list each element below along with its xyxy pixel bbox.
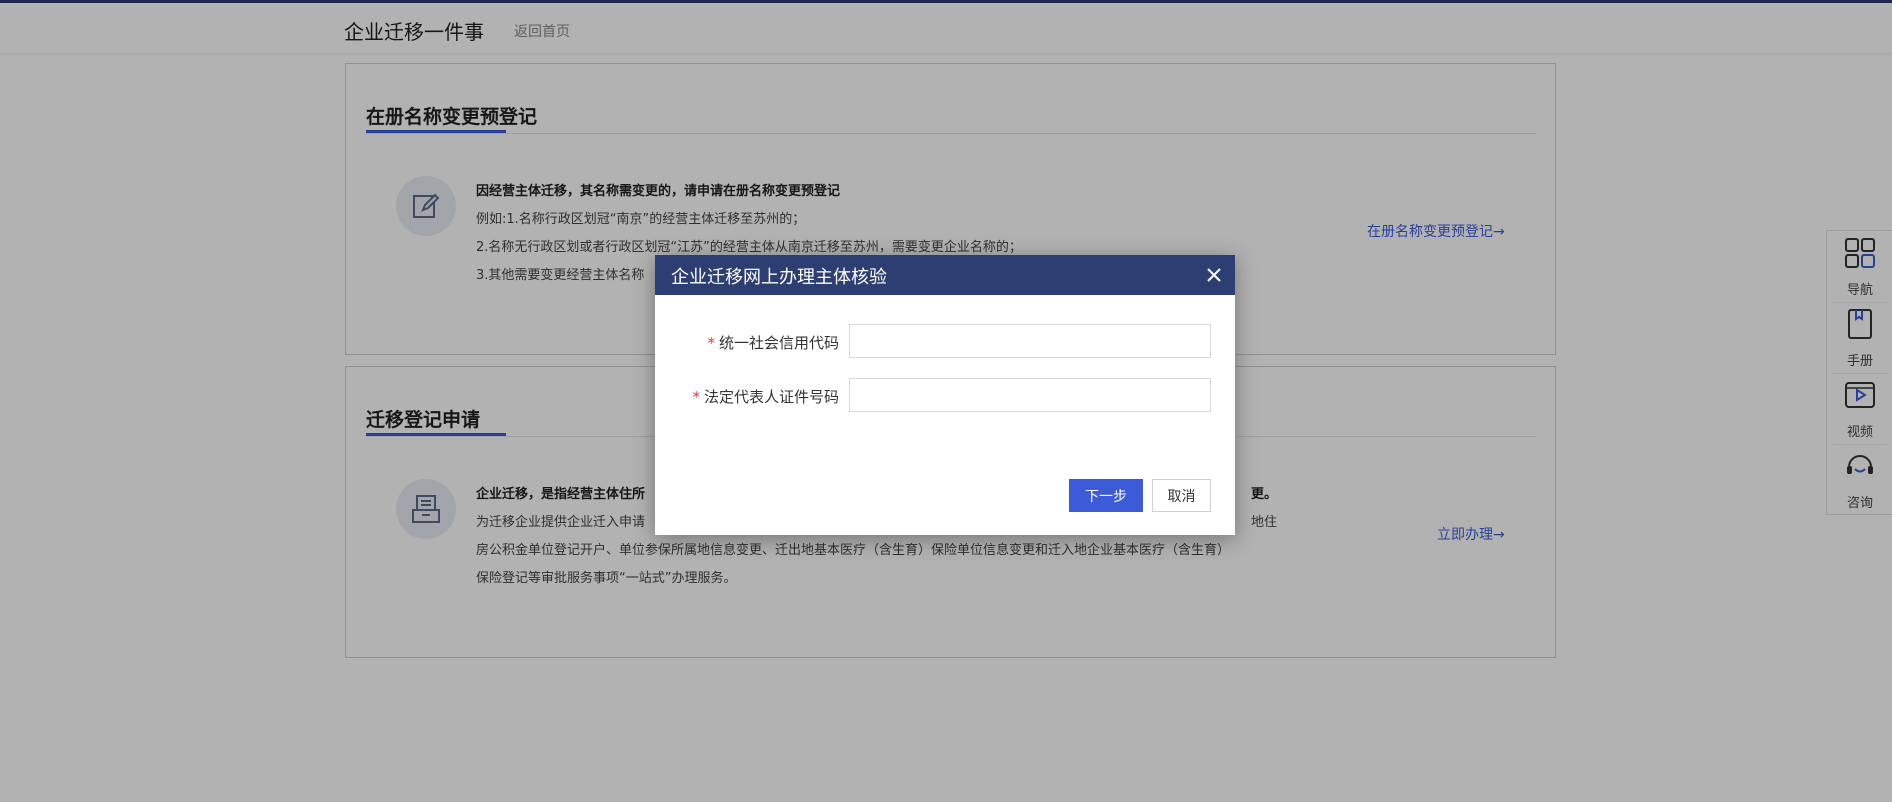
close-icon[interactable] [1205,266,1223,284]
cancel-button[interactable]: 取消 [1152,479,1211,512]
required-mark: * [707,334,715,352]
legal-rep-id-label: 法定代表人证件号码 [703,388,839,406]
legal-rep-id-input[interactable] [849,378,1211,412]
required-mark: * [692,388,700,406]
next-step-button[interactable]: 下一步 [1069,479,1143,512]
form-row-id-number: * 法定代表人证件号码 [655,378,1235,412]
dialog-header: 企业迁移网上办理主体核验 [655,255,1235,295]
dialog-title: 企业迁移网上办理主体核验 [671,267,887,288]
field-label: * 法定代表人证件号码 [692,386,839,407]
form-row-credit-code: * 统一社会信用代码 [655,324,1235,358]
field-label: * 统一社会信用代码 [707,332,839,353]
credit-code-label: 统一社会信用代码 [718,334,839,352]
verification-dialog: 企业迁移网上办理主体核验 * 统一社会信用代码 * 法定代表人证件号码 下一步 取消 [655,255,1235,535]
credit-code-input[interactable] [849,324,1211,358]
